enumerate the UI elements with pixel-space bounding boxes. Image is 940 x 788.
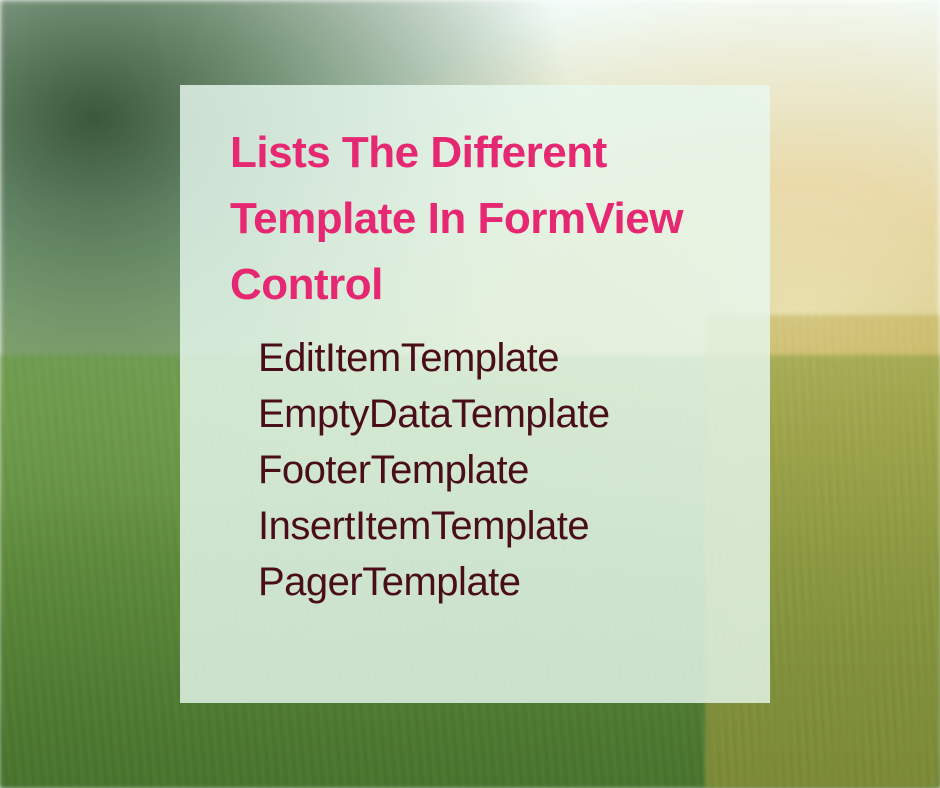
template-list: EditItemTemplate EmptyDataTemplate Foote… [230,330,720,610]
slide-title: Lists The Different Template In FormView… [230,120,720,318]
list-item: FooterTemplate [258,442,720,498]
list-item: EmptyDataTemplate [258,386,720,442]
list-item: PagerTemplate [258,554,720,610]
content-card: Lists The Different Template In FormView… [180,85,770,703]
list-item: EditItemTemplate [258,330,720,386]
list-item: InsertItemTemplate [258,498,720,554]
